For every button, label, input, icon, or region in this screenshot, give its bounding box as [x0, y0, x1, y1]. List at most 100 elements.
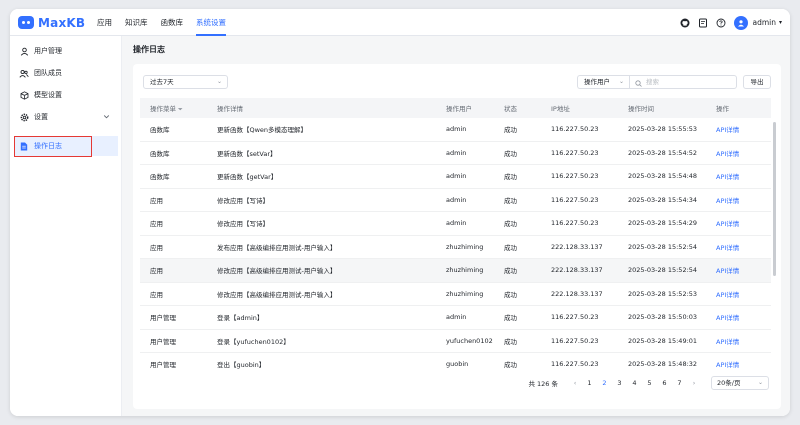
table-row[interactable]: 应用 修改应用【高级编排应用测试-用户输入】 zhuzhiming 成功 222.128… [140, 259, 771, 283]
page-number-button[interactable]: 2 [597, 379, 612, 387]
api-detail-link[interactable]: API详情 [716, 242, 771, 252]
user-menu-caret-icon[interactable]: ▾ [779, 19, 782, 26]
menu-cell: 用户管理 [150, 314, 176, 323]
time-cell: 2025-03-28 15:54:52 [628, 148, 698, 157]
filter-icon[interactable]: ⏷ [178, 106, 183, 113]
page-number-button[interactable]: 1 [582, 379, 597, 387]
page-number-button[interactable]: 7 [672, 379, 687, 387]
header-actions: admin ▾ [672, 15, 782, 30]
time-cell: 2025-03-28 15:54:34 [628, 195, 698, 204]
api-detail-link[interactable]: API详情 [716, 218, 771, 228]
page-number-button[interactable]: 3 [612, 379, 627, 387]
table-row[interactable]: 用户管理 登出【guobin】 guobin 成功 116.227.50.23 2025-… [140, 353, 771, 369]
log-table: 操作菜单 ⏷ 操作详情 操作用户 状态 IP地址 操作时间 操作 [140, 98, 771, 118]
page-number-button[interactable]: 5 [642, 379, 657, 387]
highlight-annotation [14, 136, 92, 157]
table-row[interactable]: 函数库 更新函数【Qwen多模态理解】 admin 成功 116.227.50.23 20… [140, 118, 771, 142]
prev-page-button[interactable]: ‹ [568, 379, 582, 387]
sidebar-item-label: 模型设置 [34, 91, 62, 99]
log-card: 过去7天 ⌄ 操作用户 ⌄ 搜索 导出 操作菜单⏷ 操作详情 操作用户 状态 [133, 64, 781, 409]
docs-icon[interactable] [698, 18, 708, 28]
github-icon[interactable] [680, 18, 690, 28]
detail-cell: 修改应用【高级编排应用测试-用户输入】 [217, 267, 337, 276]
table-body: 函数库 更新函数【Qwen多模态理解】 admin 成功 116.227.50.23 20… [140, 118, 771, 369]
sidebar-item-models[interactable]: 模型设置 [14, 85, 118, 105]
search-input[interactable]: 搜索 [629, 75, 737, 89]
api-detail-link[interactable]: API详情 [716, 171, 771, 181]
nav-functions[interactable]: 函数库 [161, 9, 184, 36]
page-size-select[interactable]: 20条/页 ⌄ [711, 376, 769, 390]
ip-cell: 116.227.50.23 [551, 195, 599, 204]
menu-cell: 应用 [150, 290, 163, 299]
table-scrollbar[interactable] [773, 122, 776, 276]
api-detail-link[interactable]: API详情 [716, 148, 771, 158]
time-cell: 2025-03-28 15:48:32 [628, 360, 698, 369]
nav-system-settings[interactable]: 系统设置 [196, 9, 226, 36]
api-detail-link[interactable]: API详情 [716, 336, 771, 346]
status-cell: 成功 [504, 290, 517, 299]
sidebar-item-label: 设置 [34, 113, 48, 121]
sidebar-item-users[interactable]: 用户管理 [14, 41, 118, 61]
chevron-down-icon: ⌄ [216, 78, 222, 85]
time-cell: 2025-03-28 15:54:29 [628, 219, 698, 228]
page-list: 1234567 [582, 379, 687, 387]
table-row[interactable]: 应用 修改应用【写诗】 admin 成功 116.227.50.23 2025-03-28… [140, 212, 771, 236]
column-header: 操作时间 [628, 105, 654, 113]
table-row[interactable]: 函数库 更新函数【getVar】 admin 成功 116.227.50.23 2025-… [140, 165, 771, 189]
status-cell: 成功 [504, 149, 517, 158]
ip-cell: 116.227.50.23 [551, 336, 599, 345]
table-row[interactable]: 应用 发布应用【高级编排应用测试-用户输入】 zhuzhiming 成功 222.128… [140, 236, 771, 259]
time-cell: 2025-03-28 15:50:03 [628, 313, 698, 322]
ip-cell: 116.227.50.23 [551, 148, 599, 157]
logo[interactable]: MaxKB [18, 15, 85, 30]
page-size-value: 20条/页 [717, 379, 741, 387]
table-row[interactable]: 应用 修改应用【写诗】 admin 成功 116.227.50.23 2025-03-28… [140, 189, 771, 212]
date-range-select[interactable]: 过去7天 ⌄ [143, 75, 228, 89]
sidebar-item-settings[interactable]: 设置 [14, 107, 118, 127]
nav-knowledge[interactable]: 知识库 [125, 9, 148, 36]
detail-cell: 登录【yufuchen0102】 [217, 337, 290, 346]
pagination: 共 126 条 ‹ 1234567 › 20条/页 ⌄ [528, 376, 769, 390]
sidebar-item-team[interactable]: 团队成员 [14, 63, 118, 83]
status-cell: 成功 [504, 196, 517, 205]
status-cell: 成功 [504, 314, 517, 323]
api-detail-link[interactable]: API详情 [716, 359, 771, 369]
next-page-button[interactable]: › [687, 379, 701, 387]
user-filter-select[interactable]: 操作用户 ⌄ [577, 75, 629, 89]
api-detail-link[interactable]: API详情 [716, 195, 771, 205]
detail-cell: 登录【admin】 [217, 314, 264, 323]
ip-cell: 116.227.50.23 [551, 360, 599, 369]
column-header[interactable]: 操作菜单 ⏷ [140, 103, 217, 114]
app-window: MaxKB 应用 知识库 函数库 系统设置 admin ▾ 用户管理 团队成员 … [10, 9, 790, 416]
table-row[interactable]: 用户管理 登录【admin】 admin 成功 116.227.50.23 2025-03… [140, 306, 771, 330]
time-cell: 2025-03-28 15:55:53 [628, 125, 698, 134]
chevron-down-icon: ⌄ [757, 379, 763, 386]
column-header: 操作用户 [446, 105, 472, 113]
ip-cell: 116.227.50.23 [551, 313, 599, 322]
top-nav: 应用 知识库 函数库 系统设置 [97, 9, 239, 36]
export-button[interactable]: 导出 [743, 75, 771, 89]
ip-cell: 116.227.50.23 [551, 172, 599, 181]
detail-cell: 更新函数【Qwen多模态理解】 [217, 126, 308, 135]
page-number-button[interactable]: 4 [627, 379, 642, 387]
api-detail-link[interactable]: API详情 [716, 289, 771, 299]
page-number-button[interactable]: 6 [657, 379, 672, 387]
date-range-value: 过去7天 [150, 78, 174, 86]
detail-cell: 修改应用【写诗】 [217, 220, 269, 229]
chevron-down-icon[interactable] [103, 113, 110, 122]
api-detail-link[interactable]: API详情 [716, 265, 771, 275]
table-row[interactable]: 应用 修改应用【高级编排应用测试-用户输入】 zhuzhiming 成功 222.128… [140, 283, 771, 306]
menu-cell: 应用 [150, 267, 163, 276]
api-detail-link[interactable]: API详情 [716, 312, 771, 322]
user-name[interactable]: admin [752, 18, 776, 27]
avatar[interactable] [734, 15, 749, 30]
table-row[interactable]: 函数库 更新函数【setVar】 admin 成功 116.227.50.23 2025-… [140, 142, 771, 165]
menu-cell: 函数库 [150, 173, 170, 182]
top-header: MaxKB 应用 知识库 函数库 系统设置 admin ▾ [10, 9, 790, 36]
user-cell: zhuzhiming [446, 289, 484, 298]
user-filter-value: 操作用户 [584, 78, 610, 86]
table-row[interactable]: 用户管理 登录【yufuchen0102】 yufuchen0102 成功 116.22… [140, 330, 771, 353]
help-icon[interactable] [716, 18, 726, 28]
nav-apps[interactable]: 应用 [97, 9, 112, 36]
api-detail-link[interactable]: API详情 [716, 124, 771, 134]
